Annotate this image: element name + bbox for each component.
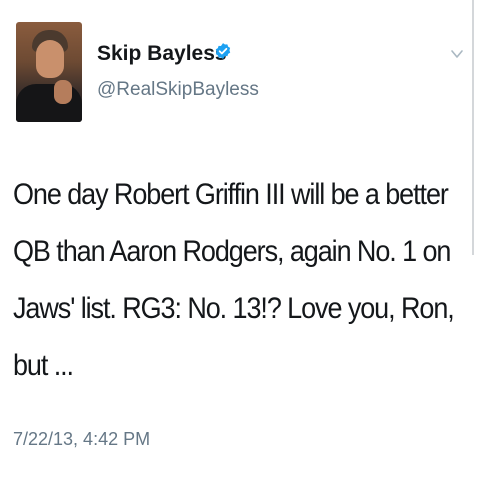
avatar[interactable] (16, 22, 82, 122)
tweet-text: One day Robert Griffin III will be a bet… (13, 178, 455, 382)
user-handle[interactable]: @RealSkipBayless (97, 79, 259, 101)
tweet-timestamp[interactable]: 7/22/13, 4:42 PM (13, 429, 150, 450)
tweet-card: Skip Bayless @RealSkipBayless One day Ro… (0, 0, 480, 480)
display-name[interactable]: Skip Bayless (97, 42, 227, 66)
avatar-hand (54, 80, 72, 104)
chevron-down-icon[interactable] (447, 46, 467, 62)
verified-badge-icon (215, 43, 231, 59)
avatar-face (36, 40, 64, 78)
scroll-indicator (472, 0, 474, 255)
avatar-jacket (16, 84, 82, 122)
